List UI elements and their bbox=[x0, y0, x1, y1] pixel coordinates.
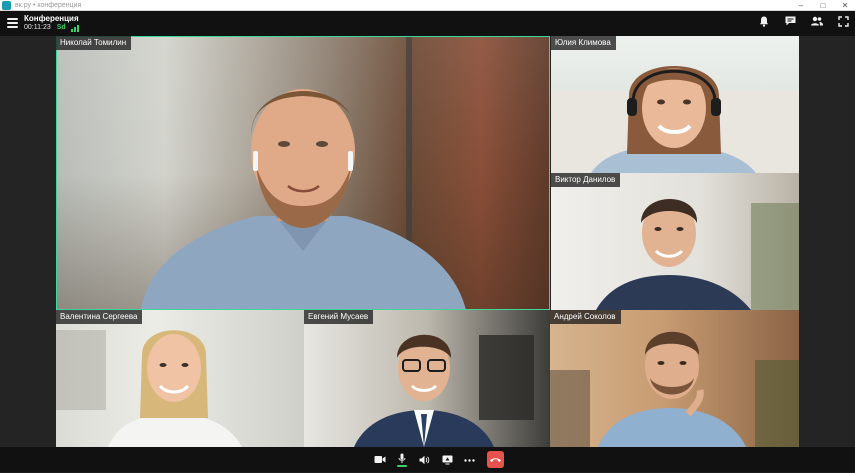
camera-icon[interactable] bbox=[372, 451, 388, 468]
participant-video-yulia bbox=[551, 66, 799, 173]
chat-icon[interactable] bbox=[782, 16, 798, 30]
more-icon[interactable] bbox=[462, 451, 478, 468]
screen-share-icon[interactable] bbox=[439, 451, 455, 468]
header-actions bbox=[750, 16, 851, 31]
hangup-button[interactable] bbox=[487, 451, 505, 468]
microphone-icon[interactable] bbox=[394, 451, 410, 468]
bell-icon[interactable] bbox=[756, 16, 772, 30]
participant-video-nikolay bbox=[141, 36, 466, 310]
participant-name: Николай Томилин bbox=[56, 36, 132, 50]
window-title-bar: вк.ру • конференция – □ ✕ bbox=[0, 0, 855, 11]
participant-name: Андрей Соколов bbox=[550, 310, 621, 324]
minimize-button[interactable]: – bbox=[791, 0, 811, 11]
call-timer: 00:11:23 bbox=[24, 24, 51, 31]
speaker-icon[interactable] bbox=[417, 451, 433, 468]
participant-video-valentina bbox=[56, 330, 242, 447]
video-tile-viktor[interactable]: Виктор Данилов bbox=[551, 173, 799, 310]
app-logo-icon bbox=[2, 1, 11, 10]
fullscreen-icon[interactable] bbox=[835, 16, 851, 30]
participant-name: Евгений Мусаев bbox=[304, 310, 374, 324]
app-header: Конференция 00:11:23 Sd bbox=[0, 11, 855, 36]
hangup-icon bbox=[490, 458, 502, 462]
participant-video-viktor bbox=[596, 199, 799, 310]
video-tile-andrey[interactable]: Андрей Соколов bbox=[550, 310, 799, 447]
participant-video-evgeny bbox=[354, 334, 534, 447]
video-tile-main[interactable]: Николай Томилин bbox=[56, 36, 550, 310]
call-controls bbox=[372, 451, 505, 468]
hamburger-icon[interactable] bbox=[7, 18, 18, 28]
participant-name: Валентина Сергеева bbox=[56, 310, 143, 324]
participant-name: Виктор Данилов bbox=[551, 173, 621, 187]
conference-title: Конференция bbox=[24, 14, 79, 23]
maximize-button[interactable]: □ bbox=[813, 0, 833, 11]
video-tile-yulia[interactable]: Юлия Климова bbox=[551, 36, 799, 173]
quality-badge: Sd bbox=[56, 24, 66, 31]
signal-strength-icon bbox=[70, 25, 80, 32]
participants-icon[interactable] bbox=[809, 16, 825, 30]
video-tile-evgeny[interactable]: Евгений Мусаев bbox=[304, 310, 550, 447]
window-title: вк.ру • конференция bbox=[15, 2, 82, 9]
participant-name: Юлия Климова bbox=[551, 36, 616, 50]
video-tile-valentina[interactable]: Валентина Сергеева bbox=[56, 310, 304, 447]
call-controls-bar bbox=[0, 447, 855, 472]
close-window-button[interactable]: ✕ bbox=[835, 0, 855, 11]
participant-video-andrey bbox=[550, 331, 799, 447]
call-status: 00:11:23 Sd bbox=[24, 24, 80, 32]
video-grid: Николай Томилин Юлия Климова Виктор Дани… bbox=[0, 36, 855, 447]
